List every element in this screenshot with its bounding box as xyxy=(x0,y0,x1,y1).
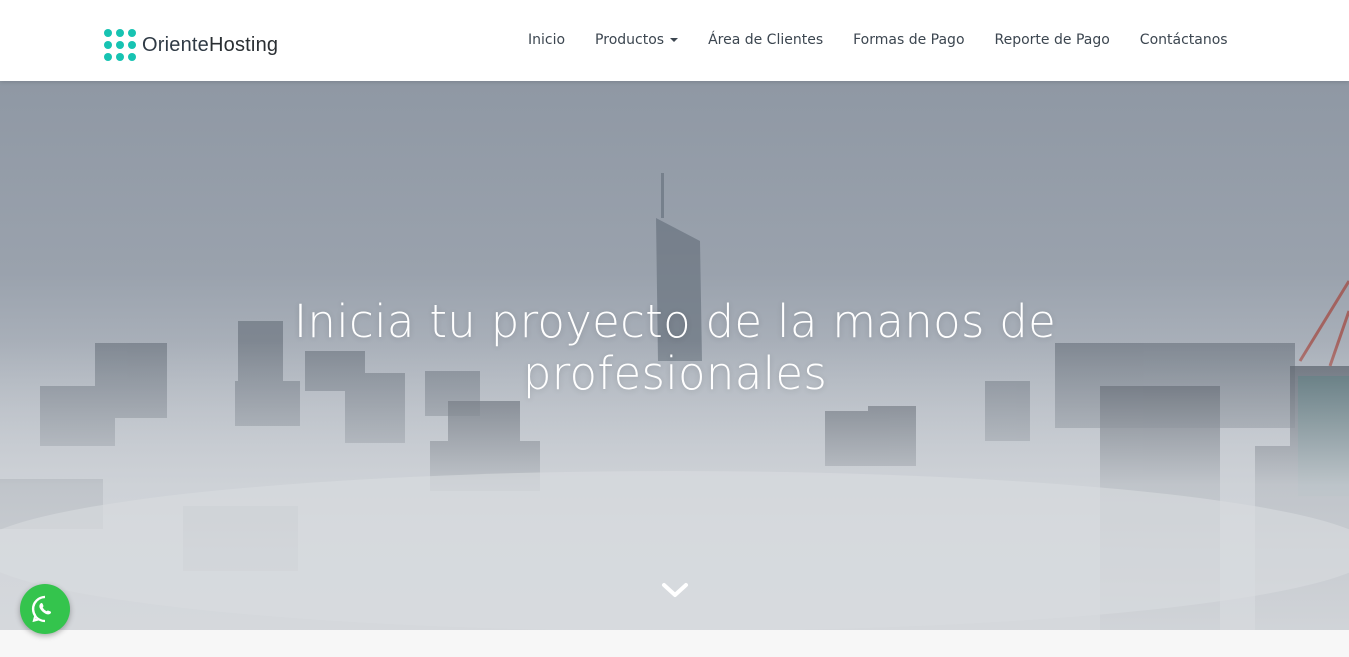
nav-item-label: Área de Clientes xyxy=(708,32,824,48)
nav-item-productos[interactable]: Productos xyxy=(595,30,679,50)
whatsapp-icon xyxy=(31,595,52,623)
hero-section: Inicia tu proyecto de la manos de profes… xyxy=(0,81,1349,630)
site-header: OrienteHosting Inicio Productos Área de … xyxy=(0,0,1349,81)
nav-item-area-de-clientes[interactable]: Área de Clientes xyxy=(708,30,823,50)
nav-item-reporte-de-pago[interactable]: Reporte de Pago xyxy=(995,30,1110,50)
brand-name-part1: Oriente xyxy=(142,33,209,56)
nav-item-label: Reporte de Pago xyxy=(994,32,1110,48)
nav-item-label: Formas de Pago xyxy=(853,32,965,48)
next-section-edge xyxy=(0,630,1349,657)
whatsapp-button[interactable] xyxy=(20,584,70,634)
chevron-down-icon[interactable] xyxy=(660,579,690,601)
caret-down-icon xyxy=(670,38,679,42)
nav-item-contactanos[interactable]: Contáctanos xyxy=(1140,30,1228,50)
nav-item-inicio[interactable]: Inicio xyxy=(528,30,565,50)
brand-logo[interactable]: OrienteHosting xyxy=(104,29,278,61)
main-nav: Inicio Productos Área de Clientes Formas… xyxy=(528,30,1258,50)
nav-item-label: Inicio xyxy=(528,32,566,48)
brand-name: OrienteHosting xyxy=(142,34,278,57)
logo-dots-icon xyxy=(104,29,136,61)
brand-name-part2: Hosting xyxy=(209,33,279,56)
nav-item-label: Contáctanos xyxy=(1139,32,1228,48)
nav-item-formas-de-pago[interactable]: Formas de Pago xyxy=(853,30,964,50)
hero-title: Inicia tu proyecto de la manos de profes… xyxy=(293,295,1057,400)
nav-item-label: Productos xyxy=(595,32,665,48)
